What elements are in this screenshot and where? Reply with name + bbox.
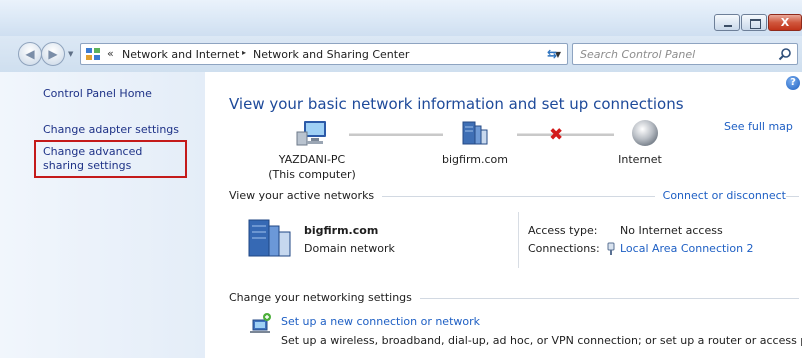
breadcrumb-network-and-internet[interactable]: Network and Internet (122, 48, 239, 61)
main-content: ? View your basic network information an… (205, 72, 802, 358)
node-label-domain: bigfirm.com (442, 153, 508, 166)
network-name: bigfirm.com (304, 224, 379, 237)
vertical-divider (518, 212, 519, 268)
breadcrumb-network-and-sharing-center[interactable]: Network and Sharing Center (253, 48, 409, 61)
back-button[interactable]: ◀ (18, 42, 42, 66)
address-toolbar: ◀ ▶ ▼ « Network and Internet ▸ Network a… (0, 36, 802, 72)
sidebar-link-control-panel-home[interactable]: Control Panel Home (43, 87, 152, 100)
connect-or-disconnect-link[interactable]: Connect or disconnect (654, 189, 786, 202)
sidebar-link-change-advanced-sharing-settings[interactable]: Change advanced sharing settings (34, 140, 187, 178)
access-type-label: Access type: (528, 224, 598, 237)
sidebar-link-change-adapter-settings[interactable]: Change adapter settings (43, 123, 179, 136)
access-type-value: No Internet access (620, 224, 723, 237)
search-icon[interactable] (778, 47, 792, 61)
title-bar: X (0, 0, 802, 36)
help-icon[interactable]: ? (786, 76, 800, 90)
search-input[interactable] (573, 44, 769, 64)
network-type[interactable]: Domain network (304, 242, 395, 255)
active-networks-heading: View your active networks (229, 189, 383, 202)
ethernet-connection-icon (607, 242, 615, 255)
page-title: View your basic network information and … (229, 95, 684, 113)
local-area-connection-link[interactable]: Local Area Connection 2 (620, 242, 754, 255)
connection-line (349, 133, 443, 136)
broken-connection-line (517, 133, 614, 136)
node-label-this-computer: YAZDANI-PC (278, 153, 346, 166)
setup-new-connection-description: Set up a wireless, broadband, dial-up, a… (281, 334, 802, 347)
recent-pages-dropdown-icon[interactable]: ▼ (68, 50, 73, 58)
maximize-button[interactable] (741, 14, 767, 31)
breadcrumb-separator-icon[interactable]: ▸ (242, 48, 246, 57)
domain-network-icon[interactable] (246, 216, 293, 258)
refresh-button[interactable]: ⇆ (540, 45, 564, 63)
new-connection-icon (250, 313, 271, 333)
connections-label: Connections: (528, 242, 600, 255)
forward-button[interactable]: ▶ (41, 42, 65, 66)
control-panel-icon (86, 48, 100, 60)
sidebar: Control Panel Home Change adapter settin… (0, 72, 205, 358)
computer-icon (296, 121, 326, 146)
no-connection-x-icon[interactable]: ✖ (549, 125, 563, 145)
node-sublabel-this-computer: (This computer) (268, 168, 356, 181)
window-controls: X (713, 14, 802, 33)
networking-settings-heading: Change your networking settings (229, 291, 420, 304)
minimize-button[interactable] (714, 14, 740, 31)
breadcrumb-overflow[interactable]: « (107, 47, 114, 60)
domain-server-icon (462, 121, 488, 145)
address-field[interactable]: « Network and Internet ▸ Network and Sha… (80, 43, 568, 65)
globe-icon (632, 120, 658, 146)
see-full-map-link[interactable]: See full map (724, 120, 793, 133)
node-label-internet: Internet (618, 153, 662, 166)
close-button[interactable]: X (768, 14, 802, 31)
search-box (572, 43, 798, 65)
setup-new-connection-link[interactable]: Set up a new connection or network (281, 315, 480, 328)
